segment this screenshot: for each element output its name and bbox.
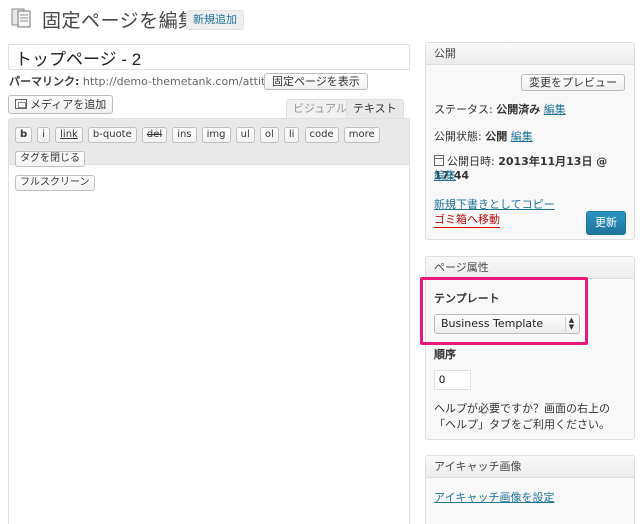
qt-close-tags-button[interactable]: タグを閉じる <box>15 151 85 167</box>
edit-visibility-link[interactable]: 編集 <box>511 130 533 143</box>
qt-code-button[interactable]: code <box>304 127 339 143</box>
add-new-button[interactable]: 新規追加 <box>186 10 244 30</box>
qt-link-button[interactable]: link <box>55 127 83 143</box>
featured-image-box: アイキャッチ画像 アイキャッチ画像を設定 <box>425 455 635 524</box>
permalink-url: http://demo-themetank.com/attitude/ <box>82 75 290 88</box>
order-label: 順序 <box>434 348 456 361</box>
qt-fullscreen-button[interactable]: フルスクリーン <box>15 175 95 191</box>
quicktags-toolbar: b i link b-quote del ins img ul ol li co… <box>9 119 409 191</box>
qt-ul-button[interactable]: ul <box>235 127 255 143</box>
trash-link[interactable]: ゴミ箱へ移動 <box>434 213 500 228</box>
visibility-row: 公開状態: 公開 編集 <box>434 130 533 143</box>
status-row: ステータス: 公開済み 編集 <box>434 103 566 116</box>
copy-draft-link[interactable]: 新規下書きとしてコピー <box>434 198 555 212</box>
view-page-button[interactable]: 固定ページを表示 <box>264 73 368 90</box>
tab-text[interactable]: テキスト <box>346 99 404 119</box>
add-media-button[interactable]: メディアを追加 <box>8 95 114 114</box>
qt-del-button[interactable]: del <box>141 127 168 143</box>
publish-box: 公開 変更をプレビュー ステータス: 公開済み 編集 公開状態: 公開 編集 公… <box>425 42 635 240</box>
content-textarea[interactable] <box>9 165 409 524</box>
permalink: パーマリンク: http://demo-themetank.com/attitu… <box>9 75 290 89</box>
qt-more-button[interactable]: more <box>343 127 380 143</box>
editor: b i link b-quote del ins img ul ol li co… <box>8 118 410 524</box>
status-value: 公開済み <box>496 103 541 116</box>
qt-bold-button[interactable]: b <box>15 127 33 143</box>
preview-button[interactable]: 変更をプレビュー <box>521 74 625 91</box>
page-attributes-title: ページ属性 <box>426 257 634 279</box>
tab-visual[interactable]: ビジュアル <box>286 99 354 119</box>
qt-italic-button[interactable]: i <box>37 127 51 143</box>
set-featured-image-link[interactable]: アイキャッチ画像を設定 <box>434 489 554 505</box>
page-attributes-box: ページ属性 テンプレート Business Template ▲▼ 順序 ヘルプ… <box>420 256 635 440</box>
update-button[interactable]: 更新 <box>586 211 626 235</box>
visibility-value: 公開 <box>485 130 508 143</box>
qt-li-button[interactable]: li <box>283 127 300 143</box>
add-media-label: メディアを追加 <box>30 98 107 111</box>
page-title: 固定ページを編集 <box>42 10 198 32</box>
calendar-icon <box>434 155 444 166</box>
order-input[interactable] <box>434 370 471 390</box>
pages-icon <box>11 8 31 28</box>
highlight-annotation <box>420 277 588 345</box>
post-title-input[interactable] <box>8 44 410 70</box>
permalink-label: パーマリンク: <box>9 75 80 88</box>
publish-date-row: 公開日時: 2013年11月13日 @ 17:44 <box>434 155 608 182</box>
edit-date-link[interactable]: 編集 <box>434 169 456 183</box>
qt-blockquote-button[interactable]: b-quote <box>87 127 137 143</box>
help-text: ヘルプが必要ですか？画面の右上の「ヘルプ」タブをご利用ください。 <box>434 402 610 431</box>
edit-status-link[interactable]: 編集 <box>544 103 566 116</box>
featured-image-title: アイキャッチ画像 <box>426 456 634 478</box>
qt-img-button[interactable]: img <box>201 127 231 143</box>
publish-box-title: 公開 <box>426 43 634 65</box>
media-icon <box>15 99 27 109</box>
qt-ins-button[interactable]: ins <box>172 127 197 143</box>
qt-ol-button[interactable]: ol <box>259 127 279 143</box>
